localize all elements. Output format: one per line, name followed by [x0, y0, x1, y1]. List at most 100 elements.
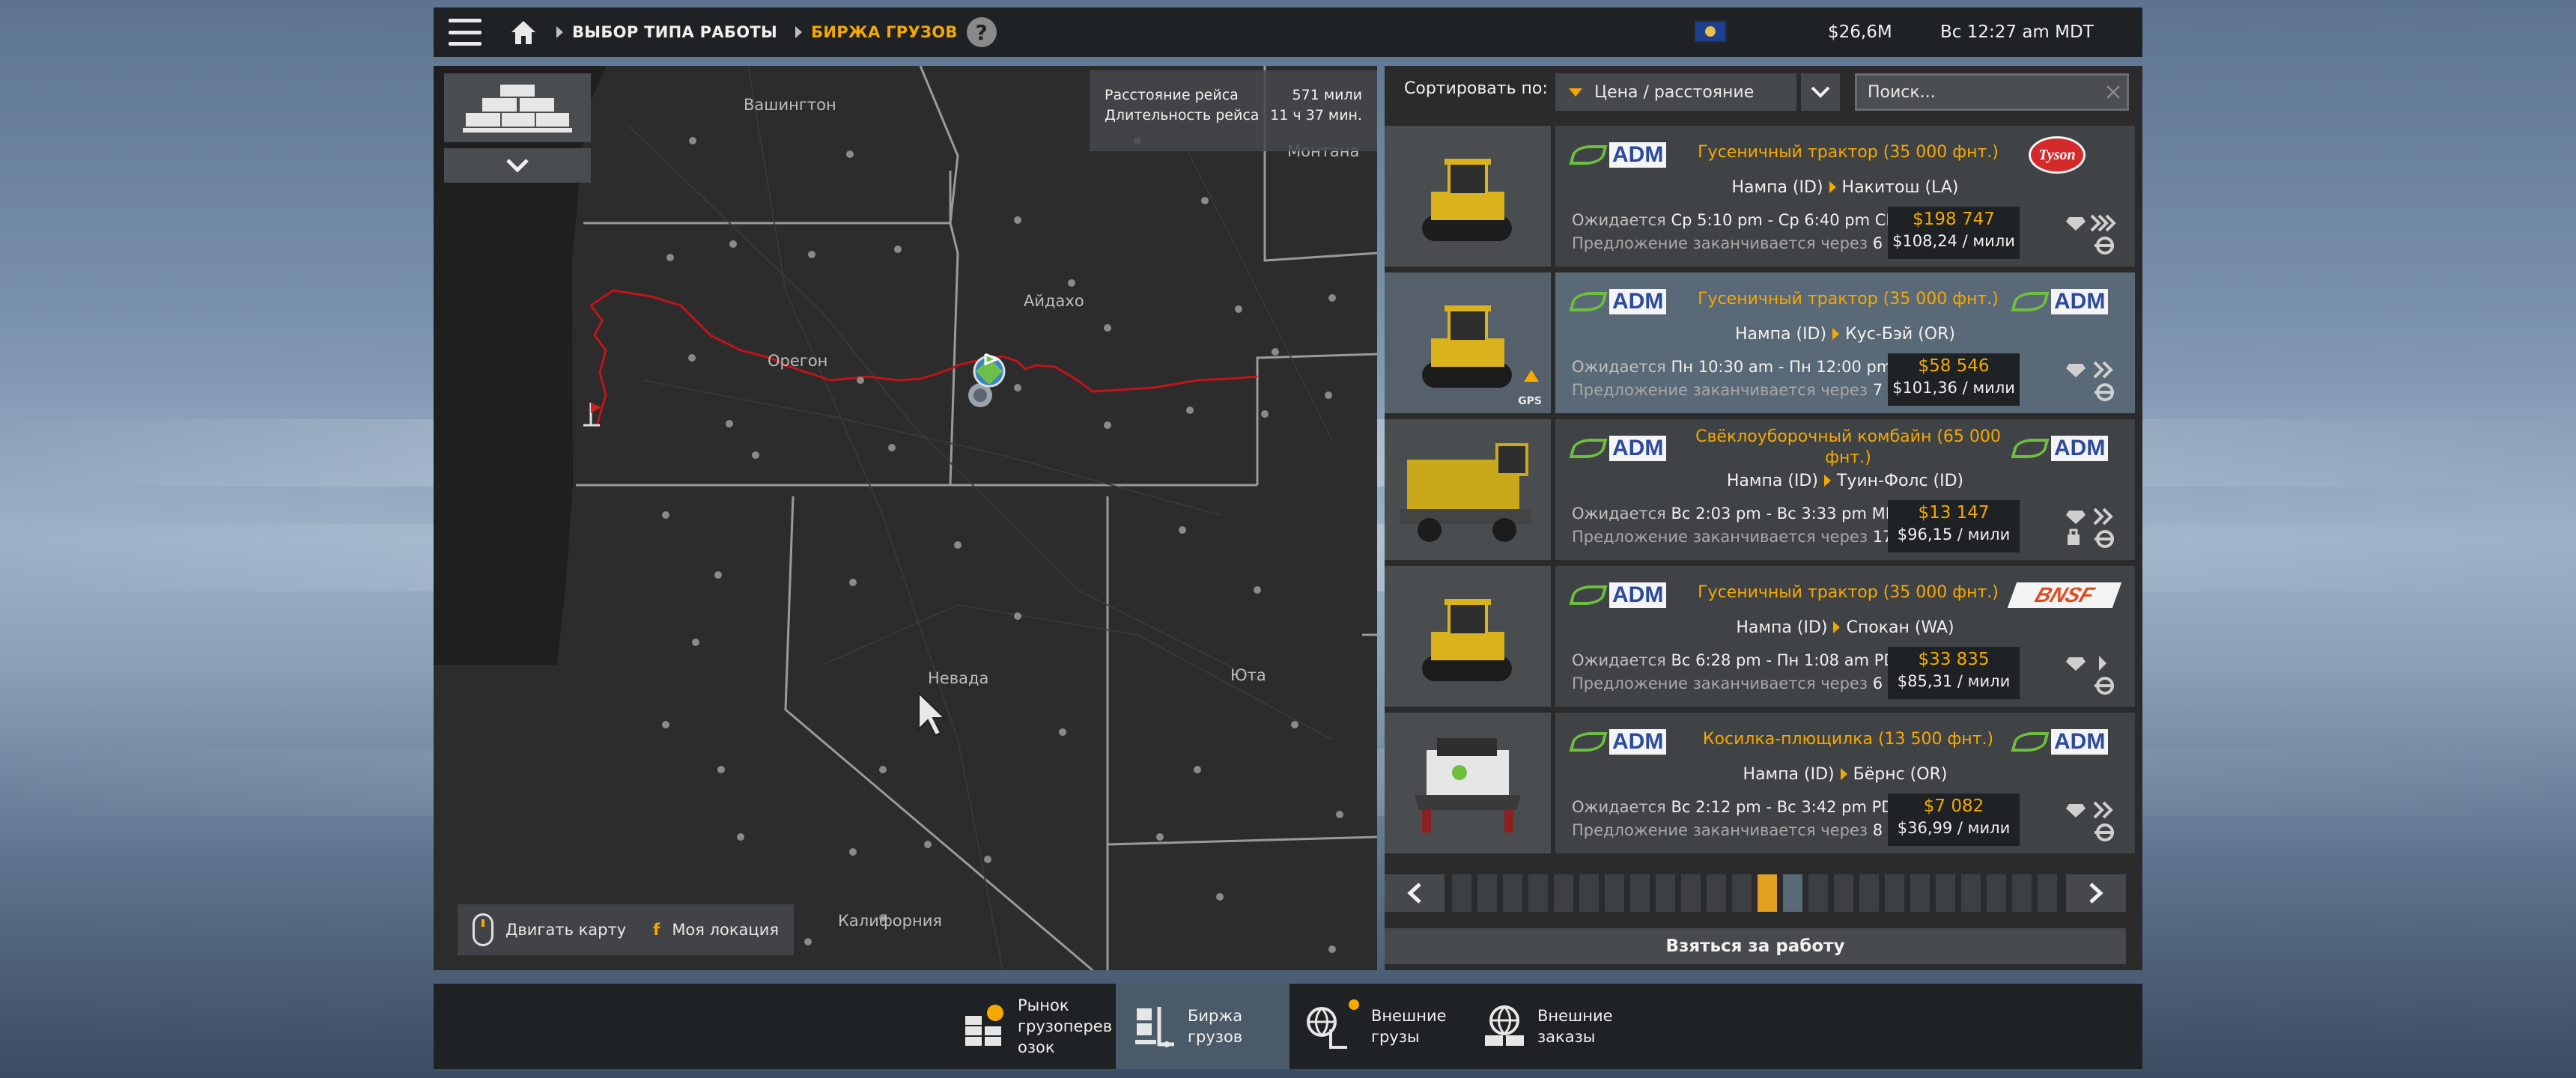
- offer-expires: Предложение заканчивается через 6 ч 38 м: [1572, 234, 1939, 252]
- sort-dropdown-button[interactable]: [1801, 73, 1840, 111]
- pager-page-segment[interactable]: [1936, 874, 1955, 912]
- bottom-nav: Рынок грузоперев озок Биржа грузов Внешн…: [434, 984, 2142, 1069]
- my-location-button[interactable]: Моя локация: [672, 921, 779, 939]
- pager-page-segment[interactable]: [2038, 874, 2057, 912]
- chevron-down-icon: [1811, 86, 1830, 98]
- offer-expires: Предложение заканчивается через 7 ч 14 м: [1572, 381, 1939, 399]
- cargo-thumbnail: [1385, 566, 1551, 707]
- sort-select[interactable]: Цена / расстояние: [1555, 73, 1796, 111]
- map-canvas[interactable]: [434, 66, 1377, 970]
- pager-page-segment[interactable]: [1758, 874, 1777, 912]
- dest-company-logo: ADM: [2011, 726, 2115, 758]
- job-row[interactable]: GPS ADM Гусеничный трактор (35 000 фнт.)…: [1385, 272, 2135, 413]
- game-clock: Вс 12:27 am MDT: [1940, 22, 2094, 42]
- job-row[interactable]: ADM Косилка-плющилка (13 500 фнт.) ADM Н…: [1385, 713, 2135, 853]
- pager-page-segment[interactable]: [1605, 874, 1624, 912]
- pager-page-segment[interactable]: [1579, 874, 1599, 912]
- cargo-thumbnail: [1385, 419, 1551, 560]
- search-input[interactable]: [1855, 73, 2129, 111]
- price-per-mile: $96,15 / мили: [1897, 526, 2011, 543]
- expected-time: Ожидается Ср 5:10 pm - Ср 6:40 pm CDT: [1572, 211, 1908, 229]
- mower-conditioner-icon: [1415, 738, 1521, 832]
- job-row[interactable]: ADM Свёклоуборочный комбайн (65 000 фнт.…: [1385, 419, 2135, 560]
- job-price: $13 147: [1918, 503, 1990, 523]
- pager-page-segment[interactable]: [1554, 874, 1573, 912]
- source-company-logo: ADM: [1569, 286, 1674, 317]
- source-company-logo: ADM: [1569, 139, 1674, 171]
- job-details: ADM Свёклоуборочный комбайн (65 000 фнт.…: [1555, 419, 2135, 560]
- nav-cargo-market[interactable]: Рынок грузоперев озок: [950, 984, 1117, 1069]
- pager-page-segment[interactable]: [1910, 874, 1930, 912]
- job-route: Нампа (ID) Кус-Бэй (OR): [1735, 325, 1955, 344]
- route-duration-value: 11 ч 37 мин.: [1270, 107, 1362, 124]
- job-price: $7 082: [1923, 797, 1984, 816]
- map-label-oregon: Орегон: [768, 352, 828, 370]
- map-controls-hint: Двигать карту f Моя локация: [458, 904, 794, 955]
- chevron-right-icon: [2089, 883, 2103, 904]
- pager-page-segment[interactable]: [1656, 874, 1675, 912]
- help-button[interactable]: ?: [966, 17, 997, 47]
- menu-icon[interactable]: [449, 19, 482, 46]
- pager-page-segment[interactable]: [1885, 874, 1904, 912]
- pager-page-segment[interactable]: [1987, 874, 2006, 912]
- job-list-panel: Сортировать по: Цена / расстояние Поиск.…: [1385, 66, 2142, 970]
- nav-freight-market[interactable]: Биржа грузов: [1116, 984, 1289, 1069]
- pager-page-segment[interactable]: [1707, 874, 1726, 912]
- clear-search-icon[interactable]: [2103, 82, 2123, 102]
- breadcrumb-job-type[interactable]: ВЫБОР ТИПА РАБОТЫ: [572, 23, 777, 41]
- pager-page-segment[interactable]: [1808, 874, 1828, 912]
- pager-page-segment[interactable]: [1681, 874, 1701, 912]
- pager-page-segment[interactable]: [1783, 874, 1802, 912]
- source-company-logo: ADM: [1569, 726, 1674, 758]
- job-details: ADM Гусеничный трактор (35 000 фнт.) ADM…: [1555, 272, 2135, 413]
- job-route: Нампа (ID) Туин-Фолс (ID): [1726, 472, 1964, 490]
- pager-page-segment[interactable]: [1859, 874, 1879, 912]
- price-box: $7 082 $36,99 / мили: [1888, 794, 2020, 846]
- pallet-boxes-icon: [463, 85, 572, 133]
- pager-page-segment[interactable]: [1630, 874, 1650, 912]
- route-duration-label: Длительность рейса: [1105, 107, 1260, 124]
- cargo-name: Гусеничный трактор (35 000 фнт.): [1698, 143, 1999, 162]
- money-balance: $26,6M: [1828, 22, 1892, 42]
- expand-cargo-button[interactable]: [444, 148, 591, 183]
- sort-indicator-icon: [1569, 88, 1582, 97]
- pager-page-segment[interactable]: [1452, 874, 1471, 912]
- mouse-cursor-icon: [918, 692, 946, 737]
- take-job-button[interactable]: Взяться за работу: [1385, 928, 2126, 964]
- previous-page-button[interactable]: [1385, 874, 1445, 912]
- pager-page-segment[interactable]: [1834, 874, 1853, 912]
- cargo-name: Гусеничный трактор (35 000 фнт.): [1698, 583, 1999, 602]
- job-row[interactable]: ADM Гусеничный трактор (35 000 фнт.) BNS…: [1385, 566, 2135, 707]
- price-per-mile: $36,99 / мили: [1897, 819, 2011, 837]
- map-label-california: Калифорния: [838, 912, 942, 930]
- cargo-name: Свёклоуборочный комбайн (65 000 фнт.): [1695, 427, 2001, 467]
- cargo-type-button[interactable]: [444, 73, 591, 142]
- chevron-left-icon: [1407, 883, 1421, 904]
- pager-page-segment[interactable]: [1732, 874, 1752, 912]
- job-details: ADM Гусеничный трактор (35 000 фнт.) Tys…: [1555, 126, 2135, 267]
- pager-page-segment[interactable]: [1961, 874, 1981, 912]
- map-label-nevada: Невада: [928, 669, 989, 687]
- expected-time: Ожидается Вс 2:03 pm - Вс 3:33 pm MDT: [1572, 505, 1907, 523]
- top-bar: ВЫБОР ТИПА РАБОТЫ БИРЖА ГРУЗОВ ? $26,6M …: [434, 7, 2142, 57]
- mouse-icon: [473, 913, 493, 946]
- price-per-mile: $101,36 / мили: [1892, 379, 2015, 397]
- job-row[interactable]: ADM Гусеничный трактор (35 000 фнт.) Tys…: [1385, 126, 2135, 267]
- breadcrumb-separator-icon: [556, 26, 563, 38]
- pager-page-segment[interactable]: [1477, 874, 1497, 912]
- job-price: $58 546: [1918, 356, 1990, 376]
- price-box: $33 835 $85,31 / мили: [1888, 647, 2020, 699]
- freight-market-window: ВЫБОР ТИПА РАБОТЫ БИРЖА ГРУЗОВ ? $26,6M …: [434, 7, 2142, 1069]
- pager-page-segment[interactable]: [1503, 874, 1522, 912]
- next-page-button[interactable]: [2066, 874, 2126, 912]
- job-details: ADM Гусеничный трактор (35 000 фнт.) BNS…: [1555, 566, 2135, 707]
- pager-page-segment[interactable]: [2012, 874, 2032, 912]
- pager-page-segment[interactable]: [1528, 874, 1548, 912]
- map-panel[interactable]: Вашингтон Монтана Айдахо Орегон Невада Ю…: [434, 66, 1377, 970]
- beet-harvester-icon: [1400, 443, 1531, 542]
- nav-external-cargo[interactable]: Внешние грузы: [1296, 984, 1461, 1069]
- dest-company-logo: ADM: [2011, 286, 2115, 317]
- home-icon[interactable]: [508, 17, 538, 47]
- source-company-logo: ADM: [1569, 579, 1674, 611]
- nav-external-contracts[interactable]: Внешние заказы: [1474, 984, 1639, 1069]
